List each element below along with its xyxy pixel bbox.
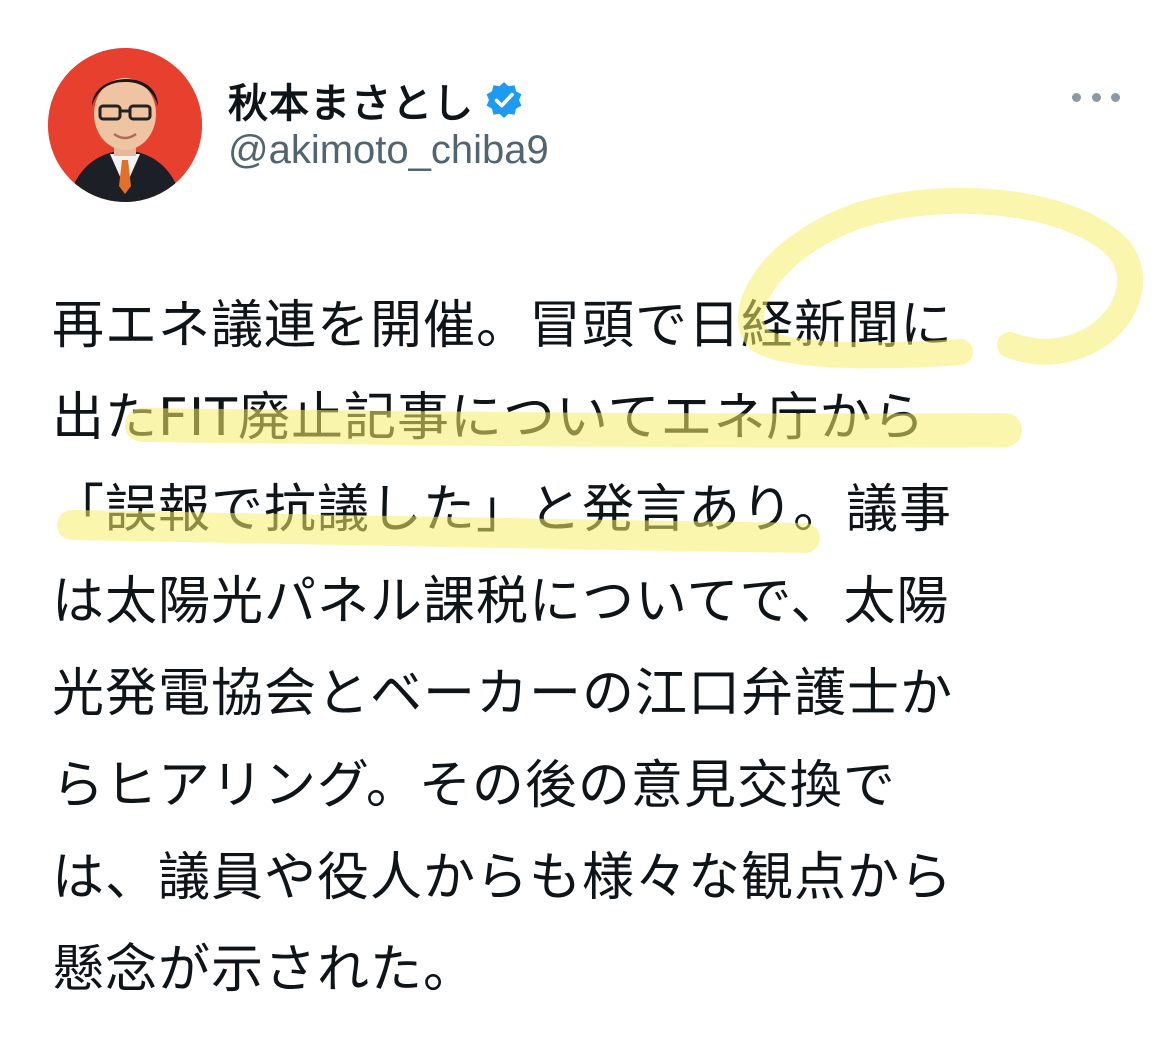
tweet: 秋本まさとし @akimoto_chiba9 再エネ議連を開催。冒頭で日経新聞に… (0, 0, 1170, 1048)
tweet-text-line: は太陽光パネル課税についてで、太陽 (52, 572, 950, 632)
more-options-button[interactable] (1072, 82, 1120, 112)
more-horizontal-icon-dot (1111, 92, 1120, 102)
tweet-text: 再エネ議連を開催。冒頭で日経新聞に 出たFIT廃止記事についてエネ庁から 「誤報… (52, 280, 1132, 1016)
tweet-text-line: 出たFIT廃止記事についてエネ庁から (52, 388, 926, 448)
author-name-row: 秋本まさとし (228, 72, 524, 128)
tweet-text-line: 光発電協会とベーカーの江口弁護士か (52, 664, 954, 724)
tweet-text-line: らヒアリング。その後の意見交換で (52, 756, 896, 816)
tweet-text-line: 懸念が示された。 (52, 940, 477, 1000)
more-horizontal-icon (1072, 92, 1081, 102)
author-display-name[interactable]: 秋本まさとし (228, 71, 474, 129)
profile-photo-icon (48, 48, 202, 202)
avatar[interactable] (48, 48, 202, 202)
tweet-text-line: 「誤報で抗議した」と発言あり。議事 (52, 480, 952, 540)
verified-badge-icon (484, 80, 524, 120)
more-horizontal-icon-dot (1091, 92, 1101, 102)
tweet-text-line: 再エネ議連を開催。冒頭で日経新聞に (52, 296, 954, 356)
author-handle[interactable]: @akimoto_chiba9 (228, 128, 549, 173)
tweet-text-line: は、議員や役人からも様々な観点から (52, 848, 954, 908)
